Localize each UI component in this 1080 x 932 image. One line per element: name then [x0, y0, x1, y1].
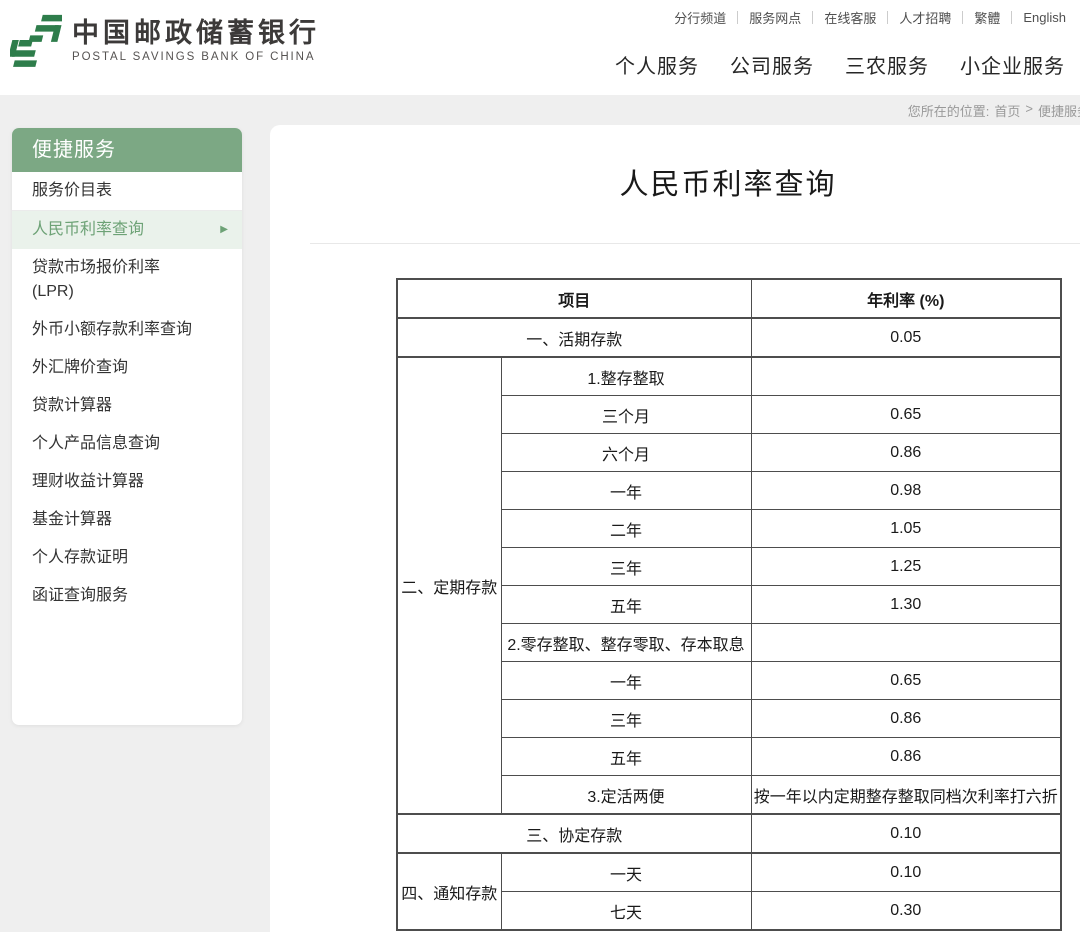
sidebar-item-label: 函证查询服务: [32, 587, 128, 604]
table-cell: 0.86: [751, 738, 1061, 776]
sidebar-item[interactable]: 基金计算器: [12, 501, 242, 539]
sidebar-item-label: 服务价目表: [32, 182, 112, 199]
table-row: 四、通知存款一天0.10: [397, 853, 1061, 892]
breadcrumb: 您所在的位置: 首页 > 便捷服务: [908, 101, 1080, 120]
table-cell: 一年: [501, 662, 751, 700]
table-cell: 一、活期存款: [397, 318, 751, 357]
sidebar-item[interactable]: 贷款市场报价利率 (LPR): [12, 249, 242, 311]
sidebar-item-label: 基金计算器: [32, 511, 112, 528]
table-cell: 五年: [501, 738, 751, 776]
table-row: 三、协定存款0.10: [397, 814, 1061, 853]
table-cell: 六个月: [501, 434, 751, 472]
sidebar-item[interactable]: 个人存款证明: [12, 539, 242, 577]
table-cell: 0.05: [751, 318, 1061, 357]
table-cell: 0.98: [751, 472, 1061, 510]
sidebar-item[interactable]: 贷款计算器: [12, 387, 242, 425]
nav-separator: [737, 11, 738, 24]
table-cell: 三个月: [501, 396, 751, 434]
table-cell: 0.65: [751, 396, 1061, 434]
utility-nav-link[interactable]: English: [1023, 10, 1066, 25]
sidebar-item-label: 外币小额存款利率查询: [32, 321, 192, 338]
table-group-cell: 二、定期存款: [397, 357, 501, 814]
table-cell: 五年: [501, 586, 751, 624]
utility-nav-link[interactable]: 在线客服: [824, 8, 876, 27]
sidebar-item-label: 理财收益计算器: [32, 473, 144, 490]
table-row: 一、活期存款0.05: [397, 318, 1061, 357]
bank-name-cn: 中国邮政储蓄银行: [72, 18, 320, 48]
main-nav: 个人服务 公司服务 三农服务 小企业服务: [615, 50, 1065, 79]
sidebar-item-label: 个人产品信息查询: [32, 435, 160, 452]
table-cell: 0.86: [751, 700, 1061, 738]
rates-table-head: 项目年利率 (%): [397, 279, 1061, 318]
table-group-cell: 四、通知存款: [397, 853, 501, 930]
nav-separator: [812, 11, 813, 24]
sidebar-item-label: 个人存款证明: [32, 549, 128, 566]
top-header: 中国邮政储蓄银行 POSTAL SAVINGS BANK OF CHINA 分行…: [0, 0, 1080, 95]
rates-table-body: 一、活期存款0.05二、定期存款1.整存整取三个月0.65六个月0.86一年0.…: [397, 318, 1061, 930]
table-cell: 0.86: [751, 434, 1061, 472]
main-content: 人民币利率查询 项目年利率 (%) 一、活期存款0.05二、定期存款1.整存整取…: [270, 125, 1080, 932]
sidebar-item-label: 贷款计算器: [32, 397, 112, 414]
nav-separator: [887, 11, 888, 24]
breadcrumb-home-link[interactable]: 首页: [994, 101, 1020, 120]
table-cell: 按一年以内定期整存整取同档次利率打六折: [751, 776, 1061, 815]
sidebar-item[interactable]: 外币小额存款利率查询: [12, 311, 242, 349]
table-cell: 二年: [501, 510, 751, 548]
breadcrumb-section-link[interactable]: 便捷服务: [1038, 101, 1080, 120]
table-row: 二、定期存款1.整存整取: [397, 357, 1061, 396]
rates-table: 项目年利率 (%) 一、活期存款0.05二、定期存款1.整存整取三个月0.65六…: [396, 278, 1062, 931]
nav-separator: [1011, 11, 1012, 24]
sidebar-item-label: 人民币利率查询: [32, 221, 144, 238]
sidebar-item[interactable]: 函证查询服务: [12, 577, 242, 615]
table-header-cell: 项目: [397, 279, 751, 318]
table-cell: [751, 624, 1061, 662]
sidebar-item-label: 外汇牌价查询: [32, 359, 128, 376]
sidebar-item[interactable]: 人民币利率查询 ▶: [12, 211, 242, 249]
utility-nav-link[interactable]: 繁體: [974, 8, 1000, 27]
table-cell: 0.10: [751, 853, 1061, 892]
sidebar-item-label: 贷款市场报价利率 (LPR): [32, 259, 160, 300]
table-cell: 0.30: [751, 892, 1061, 931]
main-nav-link[interactable]: 小企业服务: [960, 50, 1065, 79]
sidebar-item[interactable]: 理财收益计算器: [12, 463, 242, 501]
table-header-cell: 年利率 (%): [751, 279, 1061, 318]
chevron-right-icon: ▶: [220, 211, 228, 249]
utility-nav-link[interactable]: 人才招聘: [899, 8, 951, 27]
table-cell: 1.30: [751, 586, 1061, 624]
sidebar-item[interactable]: 服务价目表: [12, 172, 242, 211]
table-cell: 1.25: [751, 548, 1061, 586]
table-cell: 0.10: [751, 814, 1061, 853]
table-cell: 0.65: [751, 662, 1061, 700]
main-nav-link[interactable]: 公司服务: [730, 50, 814, 79]
breadcrumb-label: 您所在的位置:: [908, 101, 990, 120]
sidebar-menu: 服务价目表人民币利率查询 ▶ 贷款市场报价利率 (LPR) 外币小额存款利率查询外汇牌…: [12, 172, 242, 615]
table-cell: 一年: [501, 472, 751, 510]
bank-logo[interactable]: 中国邮政储蓄银行 POSTAL SAVINGS BANK OF CHINA: [10, 11, 320, 69]
utility-nav-link[interactable]: 服务网点: [749, 8, 801, 27]
table-cell: 三年: [501, 700, 751, 738]
nav-separator: [962, 11, 963, 24]
page-title: 人民币利率查询: [396, 168, 1060, 202]
breadcrumb-separator: >: [1025, 101, 1033, 120]
main-nav-link[interactable]: 个人服务: [615, 50, 699, 79]
bank-name-en: POSTAL SAVINGS BANK OF CHINA: [72, 51, 320, 63]
table-cell: [751, 357, 1061, 396]
utility-nav-link[interactable]: 分行频道: [674, 8, 726, 27]
table-cell: 一天: [501, 853, 751, 892]
table-cell: 1.05: [751, 510, 1061, 548]
psbc-logo-icon: [10, 11, 62, 69]
title-divider: [310, 243, 1080, 244]
sidebar-item[interactable]: 个人产品信息查询: [12, 425, 242, 463]
table-cell: 三、协定存款: [397, 814, 751, 853]
table-cell: 七天: [501, 892, 751, 931]
table-cell: 1.整存整取: [501, 357, 751, 396]
sidebar-item[interactable]: 外汇牌价查询: [12, 349, 242, 387]
table-cell: 三年: [501, 548, 751, 586]
sidebar-title: 便捷服务: [12, 128, 242, 172]
main-nav-link[interactable]: 三农服务: [845, 50, 929, 79]
utility-nav: 分行频道 服务网点 在线客服 人才招聘 繁體 English: [674, 8, 1066, 27]
table-cell: 3.定活两便: [501, 776, 751, 815]
table-cell: 2.零存整取、整存零取、存本取息: [501, 624, 751, 662]
sidebar: 便捷服务 服务价目表人民币利率查询 ▶ 贷款市场报价利率 (LPR) 外币小额存款利率…: [12, 128, 242, 725]
